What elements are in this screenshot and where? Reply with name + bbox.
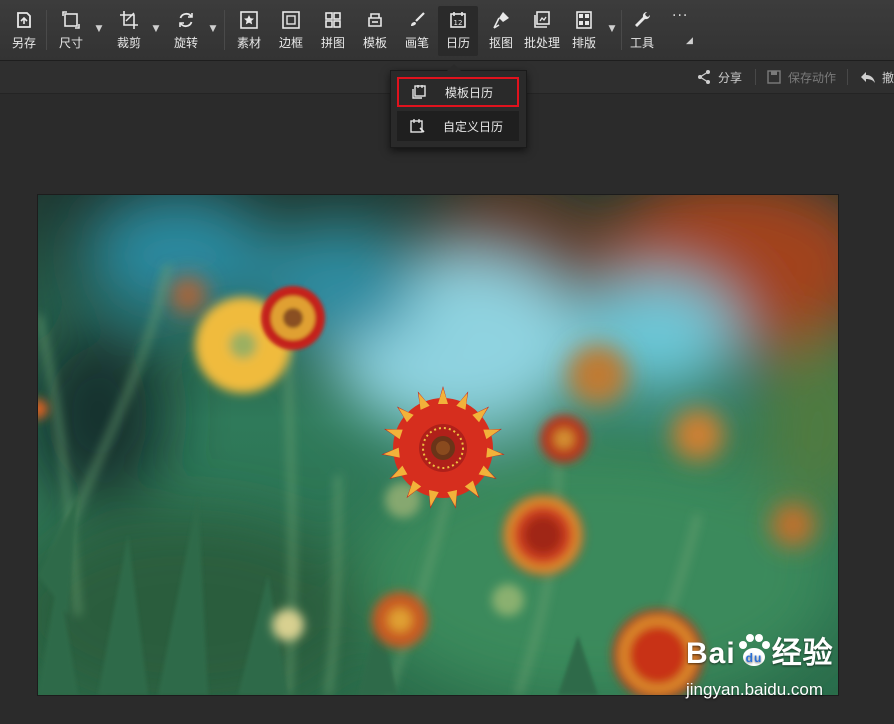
more-tools-button[interactable]: ···: [672, 8, 688, 24]
rotate-dropdown-caret[interactable]: ▼: [208, 24, 218, 34]
save-action-button[interactable]: 保存动作: [766, 67, 836, 87]
toolbar-label: 排版: [571, 36, 596, 50]
baidu-jingyan-watermark: Bai du 经验 jingyan.baidu.com: [686, 628, 886, 706]
batch-icon: [534, 11, 550, 28]
action-divider: [847, 69, 848, 85]
layout-icon: [576, 11, 592, 29]
share-label: 分享: [718, 70, 743, 85]
toolbar-save-as[interactable]: 另存: [8, 6, 40, 56]
rotate-icon: [179, 12, 193, 28]
toolbar-crop[interactable]: 裁剪: [112, 6, 146, 56]
template-icon: [368, 13, 382, 27]
crop-icon: [120, 11, 138, 29]
toolbar-label: 尺寸: [58, 36, 83, 50]
undo-icon: [861, 72, 875, 83]
save-action-label: 保存动作: [788, 70, 837, 85]
crop-dropdown-caret[interactable]: ▼: [151, 24, 161, 34]
flower-photo: [38, 195, 838, 695]
toolbar-divider: [46, 10, 47, 50]
calendar-day-text: 12: [454, 19, 463, 27]
wrench-icon: [635, 11, 651, 27]
resize-dropdown-caret[interactable]: ▼: [94, 24, 104, 34]
undo-label: 撤: [882, 70, 894, 85]
svg-text:du: du: [745, 651, 762, 665]
toolbar-material[interactable]: 素材: [232, 6, 266, 56]
watermark-url: jingyan.baidu.com: [686, 680, 824, 699]
save-as-icon: [17, 12, 31, 28]
menu-item-label: 模板日历: [445, 85, 494, 100]
menu-item-template-calendar[interactable]: 模板日历: [397, 77, 519, 107]
toolbar-label: 画笔: [404, 36, 429, 50]
menu-item-custom-calendar[interactable]: 自定义日历: [397, 111, 519, 141]
toolbar-collage[interactable]: 拼图: [316, 6, 350, 56]
custom-calendar-icon: [410, 119, 425, 133]
share-icon: [698, 70, 710, 84]
frame-icon: [282, 11, 300, 29]
main-toolbar: 另存 尺寸 ▼ 裁剪 ▼ 旋转 ▼ 素材 边框 拼图 模板 画笔 12 日历 抠…: [0, 0, 894, 61]
toolbar-label: 批处理: [523, 36, 560, 50]
image-canvas[interactable]: [37, 194, 839, 696]
resize-icon: [62, 11, 80, 29]
toolbar-label: 另存: [11, 36, 36, 50]
watermark-brand-suffix: 经验: [771, 637, 834, 670]
menu-item-label: 自定义日历: [443, 119, 504, 134]
template-calendar-icon: [412, 85, 426, 99]
watermark-brand: Bai du 经验: [686, 628, 834, 672]
toolbar-cutout[interactable]: 抠图: [484, 6, 518, 56]
toolbar-label: 工具: [629, 36, 654, 50]
action-divider: [755, 69, 756, 85]
toolbar-layout[interactable]: 排版: [568, 6, 600, 56]
material-star-icon: [240, 11, 258, 29]
toolbar-resize[interactable]: 尺寸: [54, 6, 88, 56]
toolbar-calendar[interactable]: 12 日历: [438, 6, 478, 56]
toolbar-label: 素材: [236, 36, 261, 50]
collage-icon: [325, 12, 341, 28]
toolbar-tools[interactable]: 工具: [626, 6, 658, 56]
toolbar-label: 模板: [362, 36, 387, 50]
toolbar-divider: [621, 10, 622, 50]
toolbar-frame[interactable]: 边框: [274, 6, 308, 56]
toolbar-label: 抠图: [488, 36, 513, 50]
toolbar-label: 边框: [278, 36, 303, 50]
undo-button[interactable]: 撤: [860, 67, 894, 87]
toolbar-divider: [224, 10, 225, 50]
save-action-icon: [767, 70, 781, 84]
paw-logo-icon: du: [738, 634, 770, 666]
calendar-dropdown-menu: 模板日历 自定义日历: [390, 64, 527, 148]
toolbar-label: 拼图: [320, 36, 345, 50]
brush-icon: [411, 12, 425, 26]
toolbar-label: 旋转: [173, 36, 198, 50]
toolbar-label: 裁剪: [116, 36, 141, 50]
toolbar-brush[interactable]: 画笔: [400, 6, 434, 56]
calendar-icon: 12: [450, 12, 466, 28]
watermark-brand-prefix: Bai: [686, 637, 736, 670]
toolbar-template[interactable]: 模板: [358, 6, 392, 56]
toolbar-batch[interactable]: 批处理: [522, 6, 562, 56]
cutout-pen-icon: [493, 12, 509, 29]
share-button[interactable]: 分享: [696, 67, 742, 87]
toolbar-rotate[interactable]: 旋转: [169, 6, 203, 56]
layout-dropdown-caret[interactable]: ▼: [607, 24, 617, 34]
toolbar-label: 日历: [445, 36, 470, 50]
expand-toolbar-icon[interactable]: ◢: [686, 36, 693, 46]
